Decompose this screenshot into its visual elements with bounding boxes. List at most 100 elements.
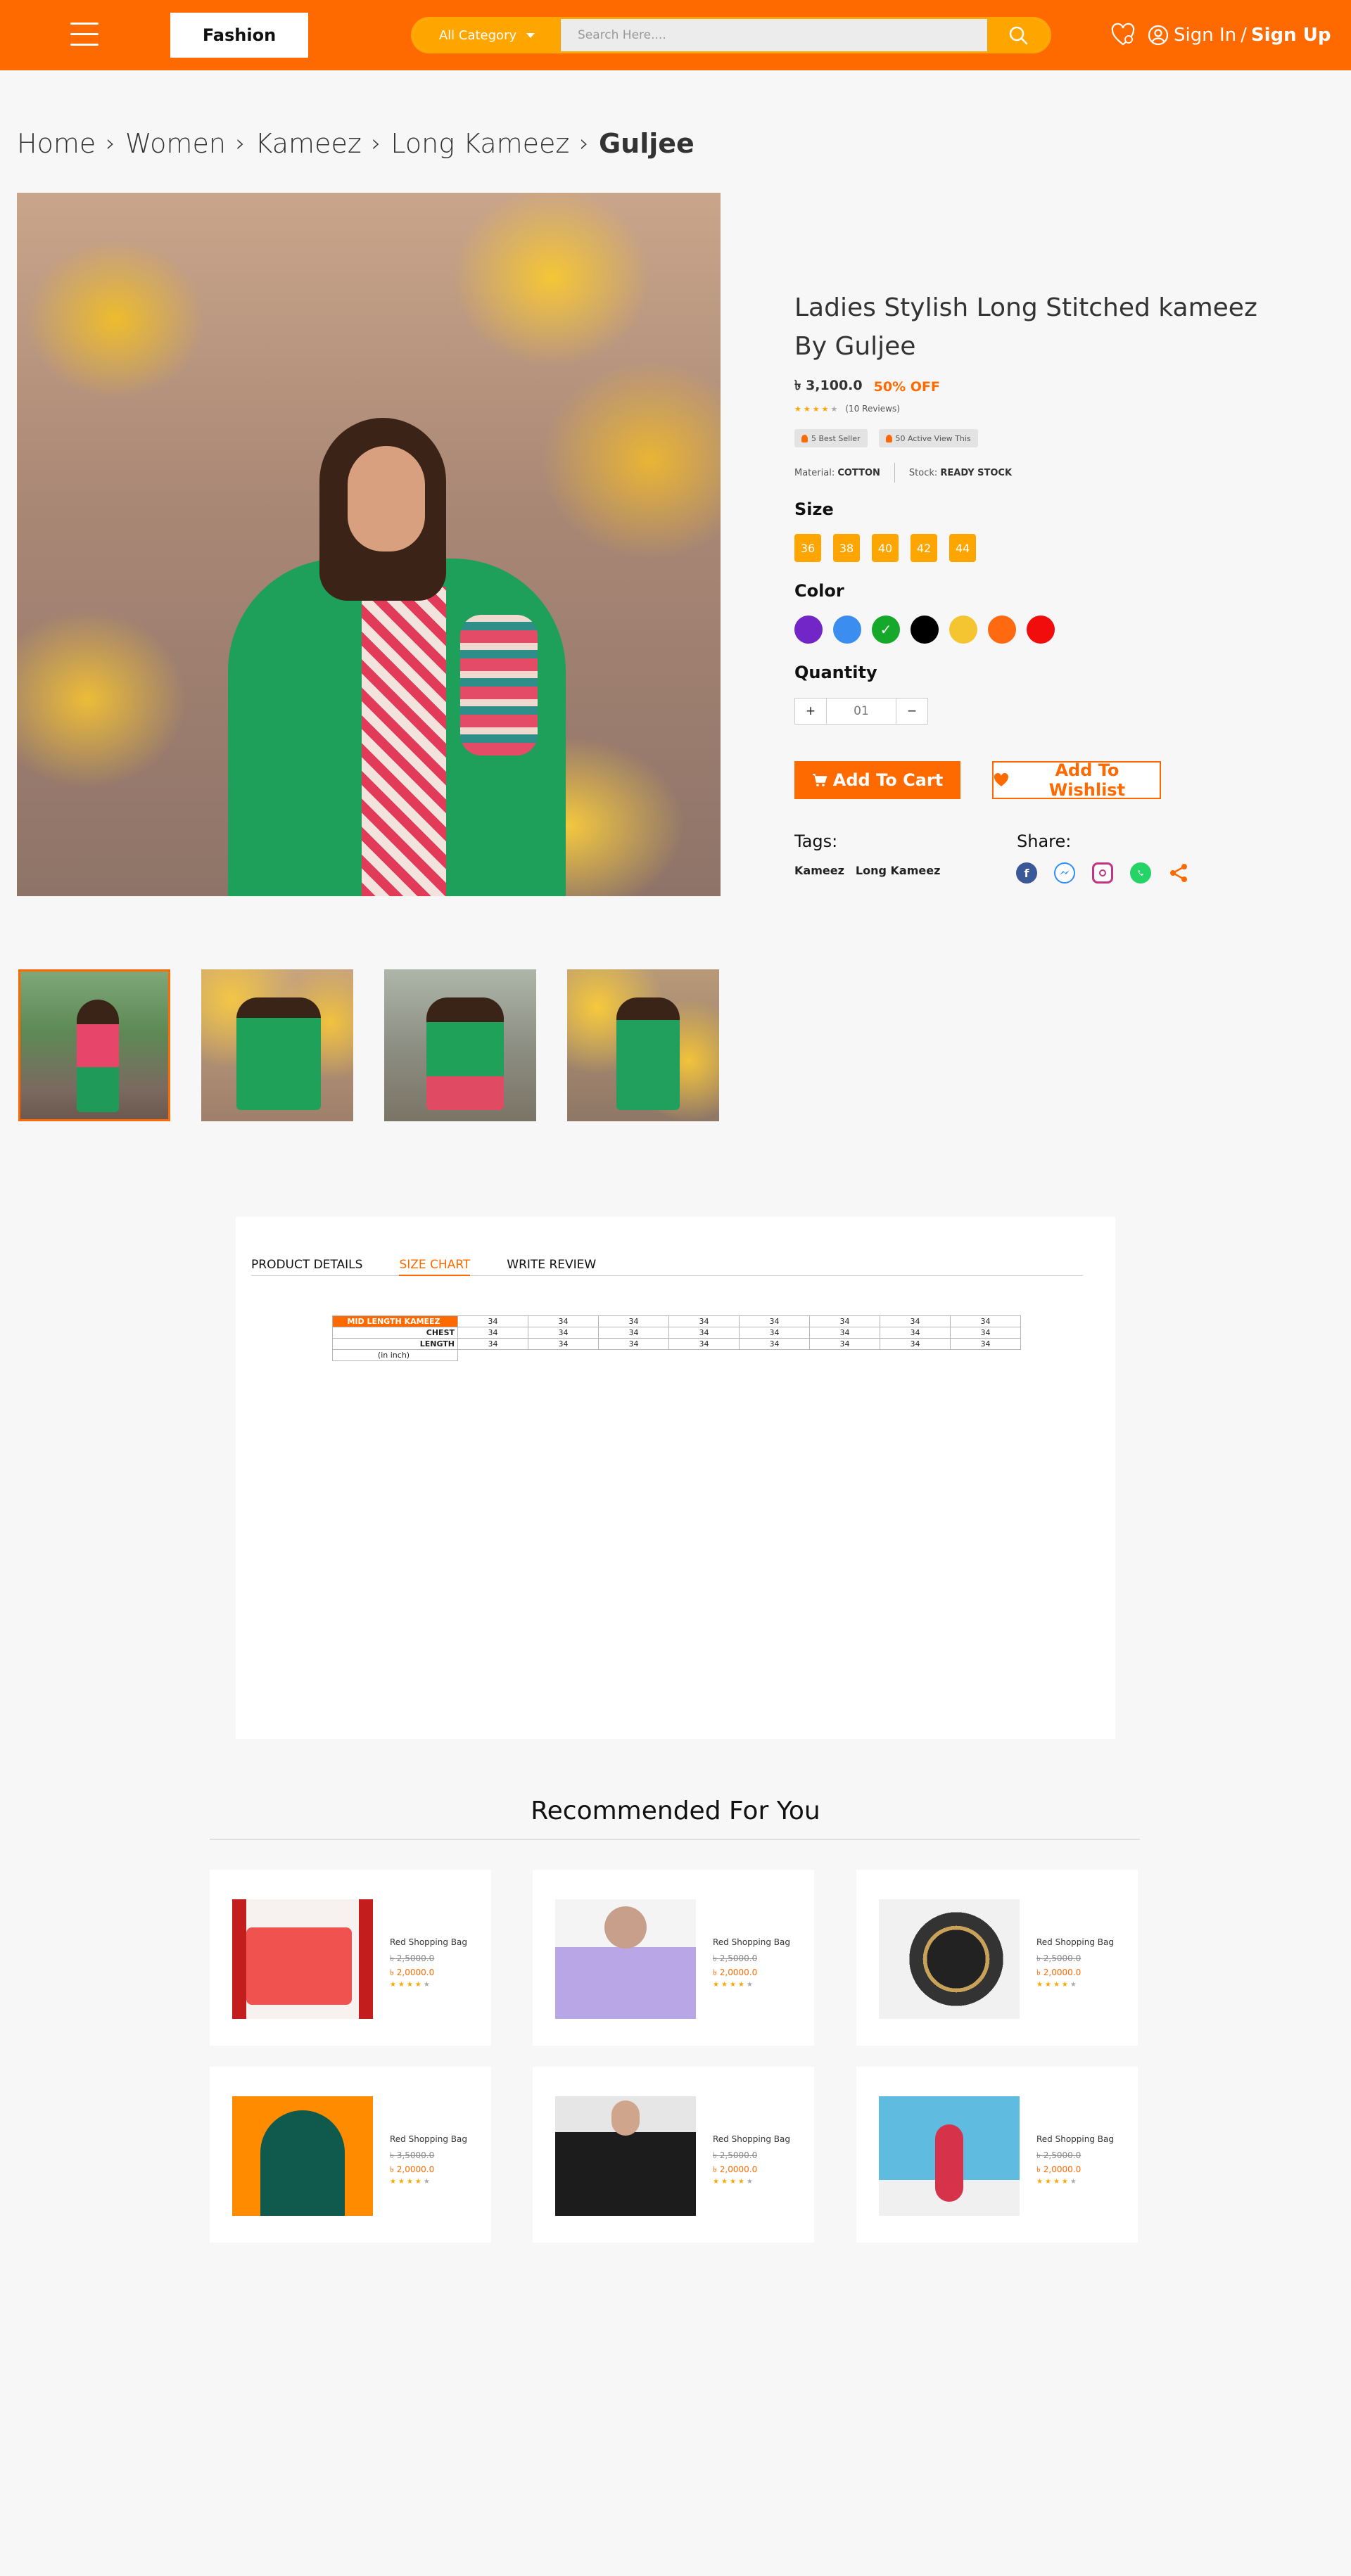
add-to-cart-button[interactable]: Add To Cart (794, 761, 960, 799)
breadcrumb-long-kameez[interactable]: Long Kameez (391, 128, 569, 159)
recommended-product-image[interactable] (232, 2096, 373, 2216)
size-option-44[interactable]: 44 (949, 534, 976, 562)
recommended-rating: ★★★★★ (390, 1981, 432, 1989)
meta-row: Material: COTTON Stock: READY STOCK (794, 463, 1012, 483)
recommended-card[interactable]: Red Shopping Bag ৳ 3,5000.0 ৳ 2,0000.0 ★★★★… (210, 2067, 491, 2243)
recommended-card[interactable]: Red Shopping Bag ৳ 2,5000.0 ৳ 2,0000.0 ★★★★… (533, 2067, 814, 2243)
color-swatch[interactable] (949, 616, 977, 644)
tab-product-details[interactable]: PRODUCT DETAILS (251, 1258, 362, 1276)
active-view-text: 50 Active View This (895, 433, 971, 443)
recommended-product-name[interactable]: Red Shopping Bag (713, 2134, 790, 2144)
star-icon: ★ (390, 1981, 398, 1989)
recommended-rating: ★★★★★ (1036, 1981, 1079, 1989)
facebook-icon[interactable]: f (1016, 862, 1037, 884)
star-icon: ★ (1036, 1981, 1045, 1989)
color-swatch[interactable] (1027, 616, 1055, 644)
recommended-old-price: ৳ 2,5000.0 (1036, 2150, 1082, 2160)
recommended-product-image[interactable] (232, 1899, 373, 2019)
tab-write-review[interactable]: WRITE REVIEW (507, 1258, 596, 1276)
recommended-rating: ★★★★★ (713, 2178, 755, 2186)
recommended-card[interactable]: Red Shopping Bag ৳ 2,5000.0 ৳ 2,0000.0 ★★★★… (210, 1870, 491, 2046)
star-icon: ★ (737, 2178, 747, 2186)
recommended-product-image[interactable] (555, 1899, 696, 2019)
sign-up-link[interactable]: Sign Up (1251, 25, 1331, 46)
image-figure-face (348, 446, 425, 551)
star-icon: ★ (1053, 2178, 1062, 2186)
recommended-product-name[interactable]: Red Shopping Bag (713, 1937, 790, 1947)
recommended-product-image[interactable] (555, 2096, 696, 2216)
size-option-40[interactable]: 40 (872, 534, 899, 562)
thumbnail-4[interactable] (567, 969, 719, 1121)
thumbnail-3[interactable] (384, 969, 536, 1121)
tab-size-chart[interactable]: SIZE CHART (399, 1258, 471, 1276)
recommended-rating: ★★★★★ (713, 1981, 755, 1989)
breadcrumb-kameez[interactable]: Kameez (255, 128, 362, 159)
tag-kameez[interactable]: Kameez (794, 864, 844, 877)
thumbnail-1[interactable] (18, 969, 170, 1121)
star-icon: ★ (721, 1981, 730, 1989)
color-swatch[interactable] (911, 616, 939, 644)
recommended-card[interactable]: Red Shopping Bag ৳ 2,5000.0 ৳ 2,0000.0 ★★★★… (856, 2067, 1138, 2243)
breadcrumb-women[interactable]: Women (125, 128, 226, 159)
product-price: ৳ 3,100.0 (794, 378, 863, 393)
size-chart-row: CHEST 34 34 34 34 34 34 34 34 (332, 1327, 1021, 1339)
site-logo[interactable]: Fashion (170, 13, 308, 58)
star-empty-icon: ★ (746, 1981, 755, 1989)
category-dropdown[interactable]: All Category (413, 19, 561, 51)
breadcrumb: Home › Women › Kameez › Long Kameez › Gu… (17, 128, 694, 159)
recommended-product-image[interactable] (879, 2096, 1020, 2216)
quantity-input[interactable] (826, 699, 896, 724)
whatsapp-icon[interactable] (1130, 862, 1151, 884)
auth-separator: / (1241, 25, 1247, 46)
size-option-38[interactable]: 38 (833, 534, 860, 562)
star-icon: ★ (803, 404, 813, 414)
size-chart-cell: 34 (880, 1338, 951, 1350)
color-swatch[interactable] (988, 616, 1016, 644)
breadcrumb-home[interactable]: Home (17, 128, 96, 159)
size-chart-cell: 34 (668, 1315, 740, 1327)
size-option-36[interactable]: 36 (794, 534, 821, 562)
stock-value: READY STOCK (940, 467, 1013, 478)
wishlist-heart-icon[interactable] (1110, 23, 1136, 48)
thumbnail-figure (236, 997, 321, 1110)
instagram-icon[interactable] (1092, 862, 1113, 884)
tag-long-kameez[interactable]: Long Kameez (856, 864, 940, 877)
quantity-heading: Quantity (794, 663, 877, 682)
size-chart-cell: 34 (528, 1315, 599, 1327)
messenger-icon[interactable] (1054, 862, 1075, 884)
chevron-right-icon: › (106, 129, 115, 158)
color-swatch[interactable]: ✓ (872, 616, 900, 644)
thumbnail-figure (616, 997, 680, 1110)
size-chart-cell: 34 (950, 1327, 1021, 1339)
recommended-product-name[interactable]: Red Shopping Bag (390, 1937, 467, 1947)
search-button[interactable] (987, 19, 1049, 51)
recommended-product-image[interactable] (879, 1899, 1020, 2019)
color-swatch[interactable] (794, 616, 823, 644)
quantity-stepper: + − (794, 698, 928, 725)
star-icon: ★ (1053, 1981, 1062, 1989)
search-input[interactable] (561, 19, 987, 51)
color-swatch[interactable] (833, 616, 861, 644)
star-icon: ★ (398, 2178, 407, 2186)
material-value: COTTON (837, 467, 880, 478)
rating-row: ★★★★★ (10 Reviews) (794, 404, 900, 414)
color-heading: Color (794, 581, 844, 601)
size-option-42[interactable]: 42 (911, 534, 937, 562)
medal-icon (801, 434, 808, 442)
quantity-decrease-button[interactable]: − (896, 699, 927, 724)
recommended-card[interactable]: Red Shopping Bag ৳ 2,5000.0 ৳ 2,0000.0 ★★★★… (856, 1870, 1138, 2046)
sign-in-link[interactable]: Sign In (1174, 25, 1236, 46)
recommended-product-name[interactable]: Red Shopping Bag (390, 2134, 467, 2144)
star-icon: ★ (737, 1981, 747, 1989)
share-icon[interactable] (1168, 862, 1189, 884)
product-main-image[interactable] (17, 193, 721, 896)
recommended-product-name[interactable]: Red Shopping Bag (1036, 2134, 1114, 2144)
add-to-wishlist-button[interactable]: Add To Wishlist (992, 760, 1161, 800)
recommended-product-name[interactable]: Red Shopping Bag (1036, 1937, 1114, 1947)
quantity-increase-button[interactable]: + (795, 699, 826, 724)
hamburger-icon[interactable] (70, 23, 99, 48)
review-count[interactable]: (10 Reviews) (845, 404, 900, 414)
top-navbar: Fashion All Category Sign In / Sign Up (0, 0, 1351, 70)
recommended-card[interactable]: Red Shopping Bag ৳ 2,5000.0 ৳ 2,0000.0 ★★★★… (533, 1870, 814, 2046)
thumbnail-2[interactable] (201, 969, 353, 1121)
